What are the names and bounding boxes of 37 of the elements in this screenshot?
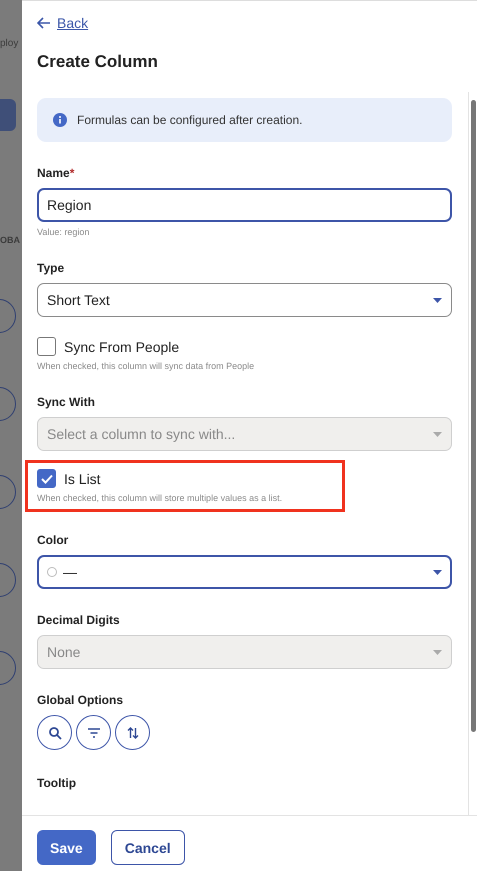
cancel-button[interactable]: Cancel xyxy=(110,830,185,865)
checkbox[interactable] xyxy=(37,337,56,356)
caret-icon xyxy=(433,432,442,436)
option-button[interactable] xyxy=(37,715,72,750)
option-button[interactable] xyxy=(76,715,111,750)
caret-icon xyxy=(433,298,442,302)
backdrop-text: OBA xyxy=(0,235,20,245)
caret-icon xyxy=(433,650,442,654)
panel-title: Create Column xyxy=(37,52,158,72)
field-hint: When checked, this column will store multiple values as a list. xyxy=(37,493,284,503)
field-label: Name* xyxy=(37,166,76,180)
info-text: Formulas can be configured after creation. xyxy=(77,113,302,127)
color-select-field[interactable]: — xyxy=(37,555,452,589)
search-icon xyxy=(48,726,62,740)
field-label: Color xyxy=(37,533,70,547)
select-field[interactable]: Short Text xyxy=(37,283,452,317)
option-button[interactable] xyxy=(115,715,150,750)
checkmark-icon xyxy=(40,474,52,484)
save-button[interactable]: Save xyxy=(37,830,96,865)
checkbox-label: Sync From People xyxy=(64,338,180,354)
field-hint: Value: region xyxy=(37,227,90,237)
field-label: Type xyxy=(37,261,66,275)
field-label: Decimal Digits xyxy=(37,613,121,627)
field-hint: When checked, this column will sync data from People xyxy=(37,361,256,371)
field-label: Sync With xyxy=(37,395,96,409)
sort-arrows-icon xyxy=(126,726,140,740)
name-input[interactable]: Region xyxy=(37,188,452,222)
field-label: Tooltip xyxy=(37,776,78,790)
caret-icon xyxy=(433,570,442,574)
backdrop-text: ploy xyxy=(0,38,18,49)
back-link[interactable]: Back xyxy=(37,15,88,31)
info-icon xyxy=(53,113,67,127)
arrow-left-icon xyxy=(37,17,51,29)
checkbox-label: Is List xyxy=(64,470,101,486)
field-label: Global Options xyxy=(37,693,124,707)
filter-icon xyxy=(86,726,100,740)
checkbox[interactable] xyxy=(37,469,56,488)
